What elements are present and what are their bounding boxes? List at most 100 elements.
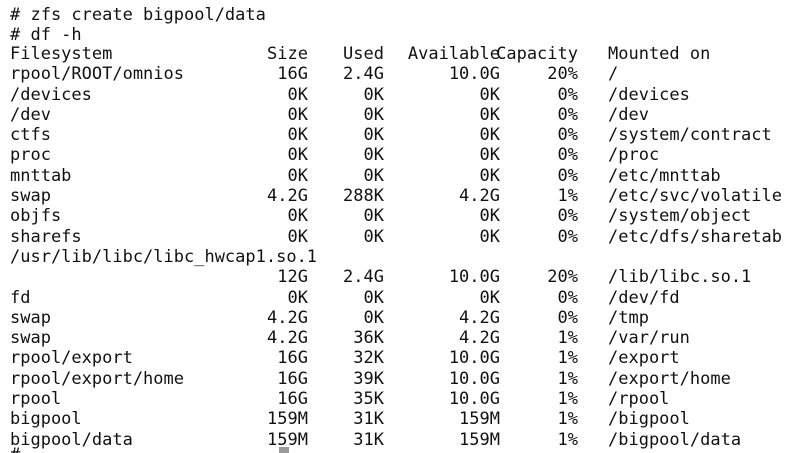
cell-fs: bigpool bbox=[10, 409, 82, 430]
header-capacity: Capacity bbox=[496, 44, 578, 64]
cell-cap: 1% bbox=[557, 328, 578, 349]
cell-used: 0K bbox=[363, 206, 384, 227]
cell-used: 2.4G bbox=[343, 64, 384, 85]
cell-cap: 1% bbox=[557, 409, 578, 430]
table-header-row: Filesystem Size Used Available Capacity … bbox=[10, 44, 807, 64]
cell-size: 0K bbox=[287, 165, 308, 186]
cell-cap: 1% bbox=[557, 368, 578, 389]
header-mounted-on: Mounted on bbox=[608, 44, 711, 64]
cell-mnt: /rpool bbox=[608, 389, 670, 410]
cell-cap: 1% bbox=[557, 348, 578, 369]
table-row: sharefs 0K 0K 0K 0% /etc/dfs/sharetab bbox=[10, 227, 807, 247]
table-body: rpool/ROOT/omnios 16G 2.4G 10.0G 20% //device… bbox=[10, 64, 807, 450]
table-row: fd 0K 0K 0K 0% /dev/fd bbox=[10, 288, 807, 308]
cell-mnt: /export bbox=[608, 348, 680, 369]
cell-mnt: /bigpool bbox=[608, 409, 690, 430]
cell-avail: 10.0G bbox=[448, 267, 500, 288]
cell-cap: 0% bbox=[557, 206, 578, 227]
cell-cap: 0% bbox=[557, 104, 578, 125]
cell-avail: 10.0G bbox=[448, 368, 500, 389]
header-filesystem: Filesystem bbox=[10, 44, 113, 64]
cell-mnt: /etc/mnttab bbox=[608, 165, 721, 186]
cell-cap: 0% bbox=[557, 287, 578, 308]
cell-mnt: /system/contract bbox=[608, 125, 772, 146]
table-row: swap 4.2G 288K 4.2G 1% /etc/svc/volatile bbox=[10, 186, 807, 206]
table-row: 12G 2.4G 10.0G 20% /lib/libc.so.1 bbox=[10, 267, 807, 287]
cell-fs: rpool/export/home bbox=[10, 368, 184, 389]
cell-avail: 4.2G bbox=[459, 307, 500, 328]
cell-fs: rpool/export bbox=[10, 348, 133, 369]
terminal-cursor bbox=[279, 447, 289, 453]
cell-avail: 0K bbox=[479, 287, 500, 308]
terminal-window[interactable]: # zfs create bigpool/data # df -h Filesy… bbox=[0, 0, 807, 453]
cell-used: 32K bbox=[353, 348, 384, 369]
table-row: /devices 0K 0K 0K 0% /devices bbox=[10, 85, 807, 105]
cell-size: 4.2G bbox=[267, 307, 308, 328]
table-row: ctfs 0K 0K 0K 0% /system/contract bbox=[10, 125, 807, 145]
terminal-command-zfs-create: # zfs create bigpool/data bbox=[10, 5, 266, 25]
cell-used: 0K bbox=[363, 226, 384, 247]
table-row: rpool/export/home 16G 39K 10.0G 1% /export/ho… bbox=[10, 369, 807, 389]
df-output-table: Filesystem Size Used Available Capacity … bbox=[10, 44, 807, 450]
cell-size: 16G bbox=[277, 389, 308, 410]
cell-used: 35K bbox=[353, 389, 384, 410]
cell-avail: 0K bbox=[479, 125, 500, 146]
cell-used: 0K bbox=[363, 125, 384, 146]
cell-mnt: /dev bbox=[608, 104, 649, 125]
header-used: Used bbox=[343, 44, 384, 64]
cell-fs: ctfs bbox=[10, 125, 51, 146]
cell-avail: 10.0G bbox=[448, 389, 500, 410]
table-row: rpool/export 16G 32K 10.0G 1% /export bbox=[10, 348, 807, 368]
terminal-prompt-cut-bottom: # bbox=[10, 445, 276, 453]
cell-size: 0K bbox=[287, 145, 308, 166]
cell-fs: sharefs bbox=[10, 226, 82, 247]
cell-fs: fd bbox=[10, 287, 31, 308]
cell-size: 159M bbox=[267, 409, 308, 430]
cell-mnt: /var/run bbox=[608, 328, 690, 349]
cell-mnt: /etc/svc/volatile bbox=[608, 186, 782, 207]
cell-used: 39K bbox=[353, 368, 384, 389]
cell-mnt: /system/object bbox=[608, 206, 752, 227]
cell-avail: 0K bbox=[479, 84, 500, 105]
cell-avail: 0K bbox=[479, 165, 500, 186]
cell-size: 4.2G bbox=[267, 186, 308, 207]
cell-fs: swap bbox=[10, 307, 51, 328]
cell-fs: /dev bbox=[10, 104, 51, 125]
header-available: Available bbox=[407, 44, 500, 64]
cell-mnt: /dev/fd bbox=[608, 287, 680, 308]
cell-used: 36K bbox=[353, 328, 384, 349]
cell-size: 0K bbox=[287, 206, 308, 227]
cell-used: 0K bbox=[363, 145, 384, 166]
cell-mnt: /devices bbox=[608, 84, 690, 105]
table-row: objfs 0K 0K 0K 0% /system/object bbox=[10, 206, 807, 226]
cell-used: 2.4G bbox=[343, 267, 384, 288]
cell-fs: /usr/lib/libc/libc_hwcap1.so.1 bbox=[10, 246, 318, 267]
cell-cap: 20% bbox=[547, 267, 578, 288]
cell-avail: 159M bbox=[459, 409, 500, 430]
cell-avail: 4.2G bbox=[459, 328, 500, 349]
cell-avail: 0K bbox=[479, 206, 500, 227]
table-row: bigpool 159M 31K 159M 1% /bigpool bbox=[10, 409, 807, 429]
cell-cap: 20% bbox=[547, 64, 578, 85]
table-row: swap 4.2G 36K 4.2G 1% /var/run bbox=[10, 328, 807, 348]
table-row: /usr/lib/libc/libc_hwcap1.so.1 bbox=[10, 247, 807, 267]
cell-size: 12G bbox=[277, 267, 308, 288]
cell-avail: 4.2G bbox=[459, 186, 500, 207]
cell-cap: 0% bbox=[557, 84, 578, 105]
cell-mnt: / bbox=[608, 64, 619, 85]
cell-avail: 0K bbox=[479, 104, 500, 125]
cell-cap: 0% bbox=[557, 165, 578, 186]
cell-size: 0K bbox=[287, 84, 308, 105]
cell-cap: 0% bbox=[557, 307, 578, 328]
table-row: mnttab 0K 0K 0K 0% /etc/mnttab bbox=[10, 166, 807, 186]
cell-fs: proc bbox=[10, 145, 51, 166]
cell-fs: swap bbox=[10, 186, 51, 207]
cell-cap: 1% bbox=[557, 389, 578, 410]
cell-mnt: /tmp bbox=[608, 307, 649, 328]
cell-size: 0K bbox=[287, 125, 308, 146]
cell-size: 0K bbox=[287, 104, 308, 125]
cell-fs: swap bbox=[10, 328, 51, 349]
cell-used: 0K bbox=[363, 287, 384, 308]
cell-used: 0K bbox=[363, 84, 384, 105]
cell-size: 4.2G bbox=[267, 328, 308, 349]
